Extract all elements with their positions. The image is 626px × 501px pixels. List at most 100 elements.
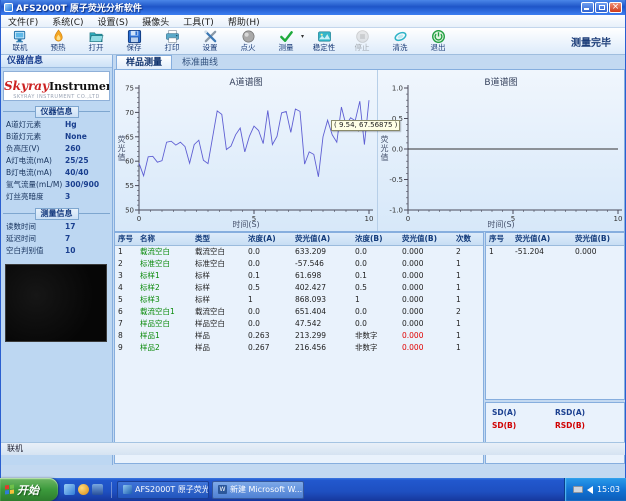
open-folder-icon (89, 29, 104, 44)
table-cell: 1 (453, 318, 484, 330)
table-cell: 0.0 (245, 258, 292, 270)
table-cell: 0.1 (352, 270, 399, 282)
preheat-button[interactable]: 预热 (39, 28, 77, 54)
table-row[interactable]: 9样品2样品0.267216.456非数字0.0001 (115, 342, 484, 354)
preheat-label: 预热 (51, 44, 66, 52)
column-header: 浓度(B) (352, 233, 399, 246)
connect-button[interactable]: 联机 (1, 28, 39, 54)
table-cell: 0.5 (245, 282, 292, 294)
ignite-button[interactable]: 点火 (229, 28, 267, 54)
tables-area: 序号名称类型浓度(A)荧光值(A)浓度(B)荧光值(B)次数1载流空白载流空白0… (114, 232, 625, 465)
table-cell: 0.1 (245, 270, 292, 282)
table-cell: 0.0 (245, 246, 292, 259)
menu-system[interactable]: 系统(C) (45, 15, 90, 28)
status-bar: 联机 (1, 442, 625, 455)
table-cell: 0.0 (352, 318, 399, 330)
rsd-a-label: RSD(A) (555, 408, 618, 421)
quick-launch (58, 484, 109, 495)
system-tray: 15:03 (564, 478, 626, 501)
column-header: 类型 (192, 233, 245, 246)
settings-button[interactable]: 设置 (191, 28, 229, 54)
table-cell: 标样3 (137, 294, 192, 306)
table-cell: 3 (115, 270, 137, 282)
toolbar: 联机 预热 打开 保存 打印 设置 (1, 28, 625, 55)
measure-button[interactable]: ▾ 测量 (267, 28, 305, 54)
table-cell: 8 (115, 330, 137, 342)
menu-camera[interactable]: 摄像头 (135, 15, 176, 28)
table-cell: 1 (486, 246, 512, 259)
reading-table[interactable]: 序号荧光值(A)荧光值(B)1-51.2040.000 (486, 233, 625, 258)
restore-button[interactable] (595, 2, 608, 13)
camera-preview (5, 264, 107, 342)
menu-tools[interactable]: 工具(T) (176, 15, 221, 28)
quicklaunch-icon-3[interactable] (92, 484, 103, 495)
info-row: 读数时间17 (3, 221, 110, 233)
table-cell: 0.267 (245, 342, 292, 354)
results-column: 序号荧光值(A)荧光值(B)1-51.2040.000 SD(A) RSD(A)… (485, 232, 625, 464)
connect-icon (13, 29, 28, 44)
info-row: A道灯元素Hg (3, 119, 110, 131)
minimize-button[interactable] (581, 2, 594, 13)
task-button-word[interactable]: W 新建 Microsoft W... (212, 481, 304, 499)
sidebar: 仪器信息 SkyrayInstrument SKYRAY INSTRUMENT … (1, 55, 113, 465)
channel-b-chart[interactable]: B道谱图 1.00.50.0-0.5-1.00510 荧光值 时间(S) (377, 70, 624, 231)
table-row[interactable]: 7样品空白样品空白0.047.5420.00.0001 (115, 318, 484, 330)
table-row[interactable]: 1-51.2040.000 (486, 246, 625, 259)
sd-b-label: SD(B) (492, 421, 555, 434)
table-row[interactable]: 6载流空白1载流空白0.0651.4040.00.0002 (115, 306, 484, 318)
volume-icon[interactable] (587, 486, 593, 494)
stability-button[interactable]: 稳定性 (305, 28, 343, 54)
table-cell: 标样1 (137, 270, 192, 282)
chart-a-xlabel: 时间(S) (115, 219, 377, 230)
channel-a-chart[interactable]: A道谱图 7570656055500510 荧光值 时间(S) ( 9.54, … (115, 70, 377, 231)
menu-bar: 文件(F) 系统(C) 设置(S) 摄像头 工具(T) 帮助(H) (1, 15, 625, 28)
info-row: A灯电流(mA)25/25 (3, 155, 110, 167)
tab-standard-curve[interactable]: 标准曲线 (172, 55, 228, 69)
tray-device-icon[interactable] (573, 486, 583, 493)
save-button[interactable]: 保存 (115, 28, 153, 54)
table-cell: 非数字 (352, 342, 399, 354)
exit-button[interactable]: 退出 (419, 28, 457, 54)
tab-bar: 样品测量 标准曲线 (114, 55, 625, 69)
tab-sample-measure[interactable]: 样品测量 (116, 55, 172, 69)
table-cell: 0.000 (399, 342, 453, 354)
info-row: 负高压(V)260 (3, 143, 110, 155)
open-button[interactable]: 打开 (77, 28, 115, 54)
quicklaunch-icon-2[interactable] (78, 484, 89, 495)
stability-icon (317, 29, 332, 44)
measure-dropdown-icon[interactable]: ▾ (301, 33, 304, 40)
table-cell: 402.427 (292, 282, 352, 294)
table-row[interactable]: 3标样1标样0.161.6980.10.0001 (115, 270, 484, 282)
table-row[interactable]: 1载流空白载流空白0.0633.2090.00.0002 (115, 246, 484, 259)
quicklaunch-icon-1[interactable] (64, 484, 75, 495)
rsd-b-label: RSD(B) (555, 421, 618, 434)
table-cell: 标样 (192, 270, 245, 282)
start-button[interactable]: 开始 (0, 478, 58, 501)
table-cell: 0.000 (399, 330, 453, 342)
table-cell: 0.0 (352, 258, 399, 270)
table-row[interactable]: 5标样3标样1868.09310.0001 (115, 294, 484, 306)
sample-table[interactable]: 序号名称类型浓度(A)荧光值(A)浓度(B)荧光值(B)次数1载流空白载流空白0… (115, 233, 484, 354)
menu-help[interactable]: 帮助(H) (221, 15, 267, 28)
close-button[interactable]: × (609, 2, 622, 13)
measurement-status-text: 测量完毕 (571, 34, 625, 49)
clean-button[interactable]: 清洗 (381, 28, 419, 54)
table-cell: 2 (453, 306, 484, 318)
print-button[interactable]: 打印 (153, 28, 191, 54)
column-header: 浓度(A) (245, 233, 292, 246)
connection-status: 联机 (7, 444, 23, 453)
task-button-afs[interactable]: AFS2000T 原子荧光 (117, 481, 209, 499)
brand-logo-red: Skyray (4, 79, 49, 93)
measurement-info-group: 测量信息 读数时间17 延迟时间7 空白判别值10 (3, 213, 110, 257)
table-cell: 1 (453, 282, 484, 294)
menu-file[interactable]: 文件(F) (1, 15, 45, 28)
column-header: 荧光值(A) (292, 233, 352, 246)
table-cell: 9 (115, 342, 137, 354)
svg-text:1.0: 1.0 (392, 85, 403, 93)
menu-settings[interactable]: 设置(S) (91, 15, 136, 28)
table-cell: -57.546 (292, 258, 352, 270)
table-cell: 标样 (192, 294, 245, 306)
table-row[interactable]: 4标样2标样0.5402.4270.50.0001 (115, 282, 484, 294)
table-row[interactable]: 2标准空白标准空白0.0-57.5460.00.0001 (115, 258, 484, 270)
table-row[interactable]: 8样品1样品0.263213.299非数字0.0001 (115, 330, 484, 342)
